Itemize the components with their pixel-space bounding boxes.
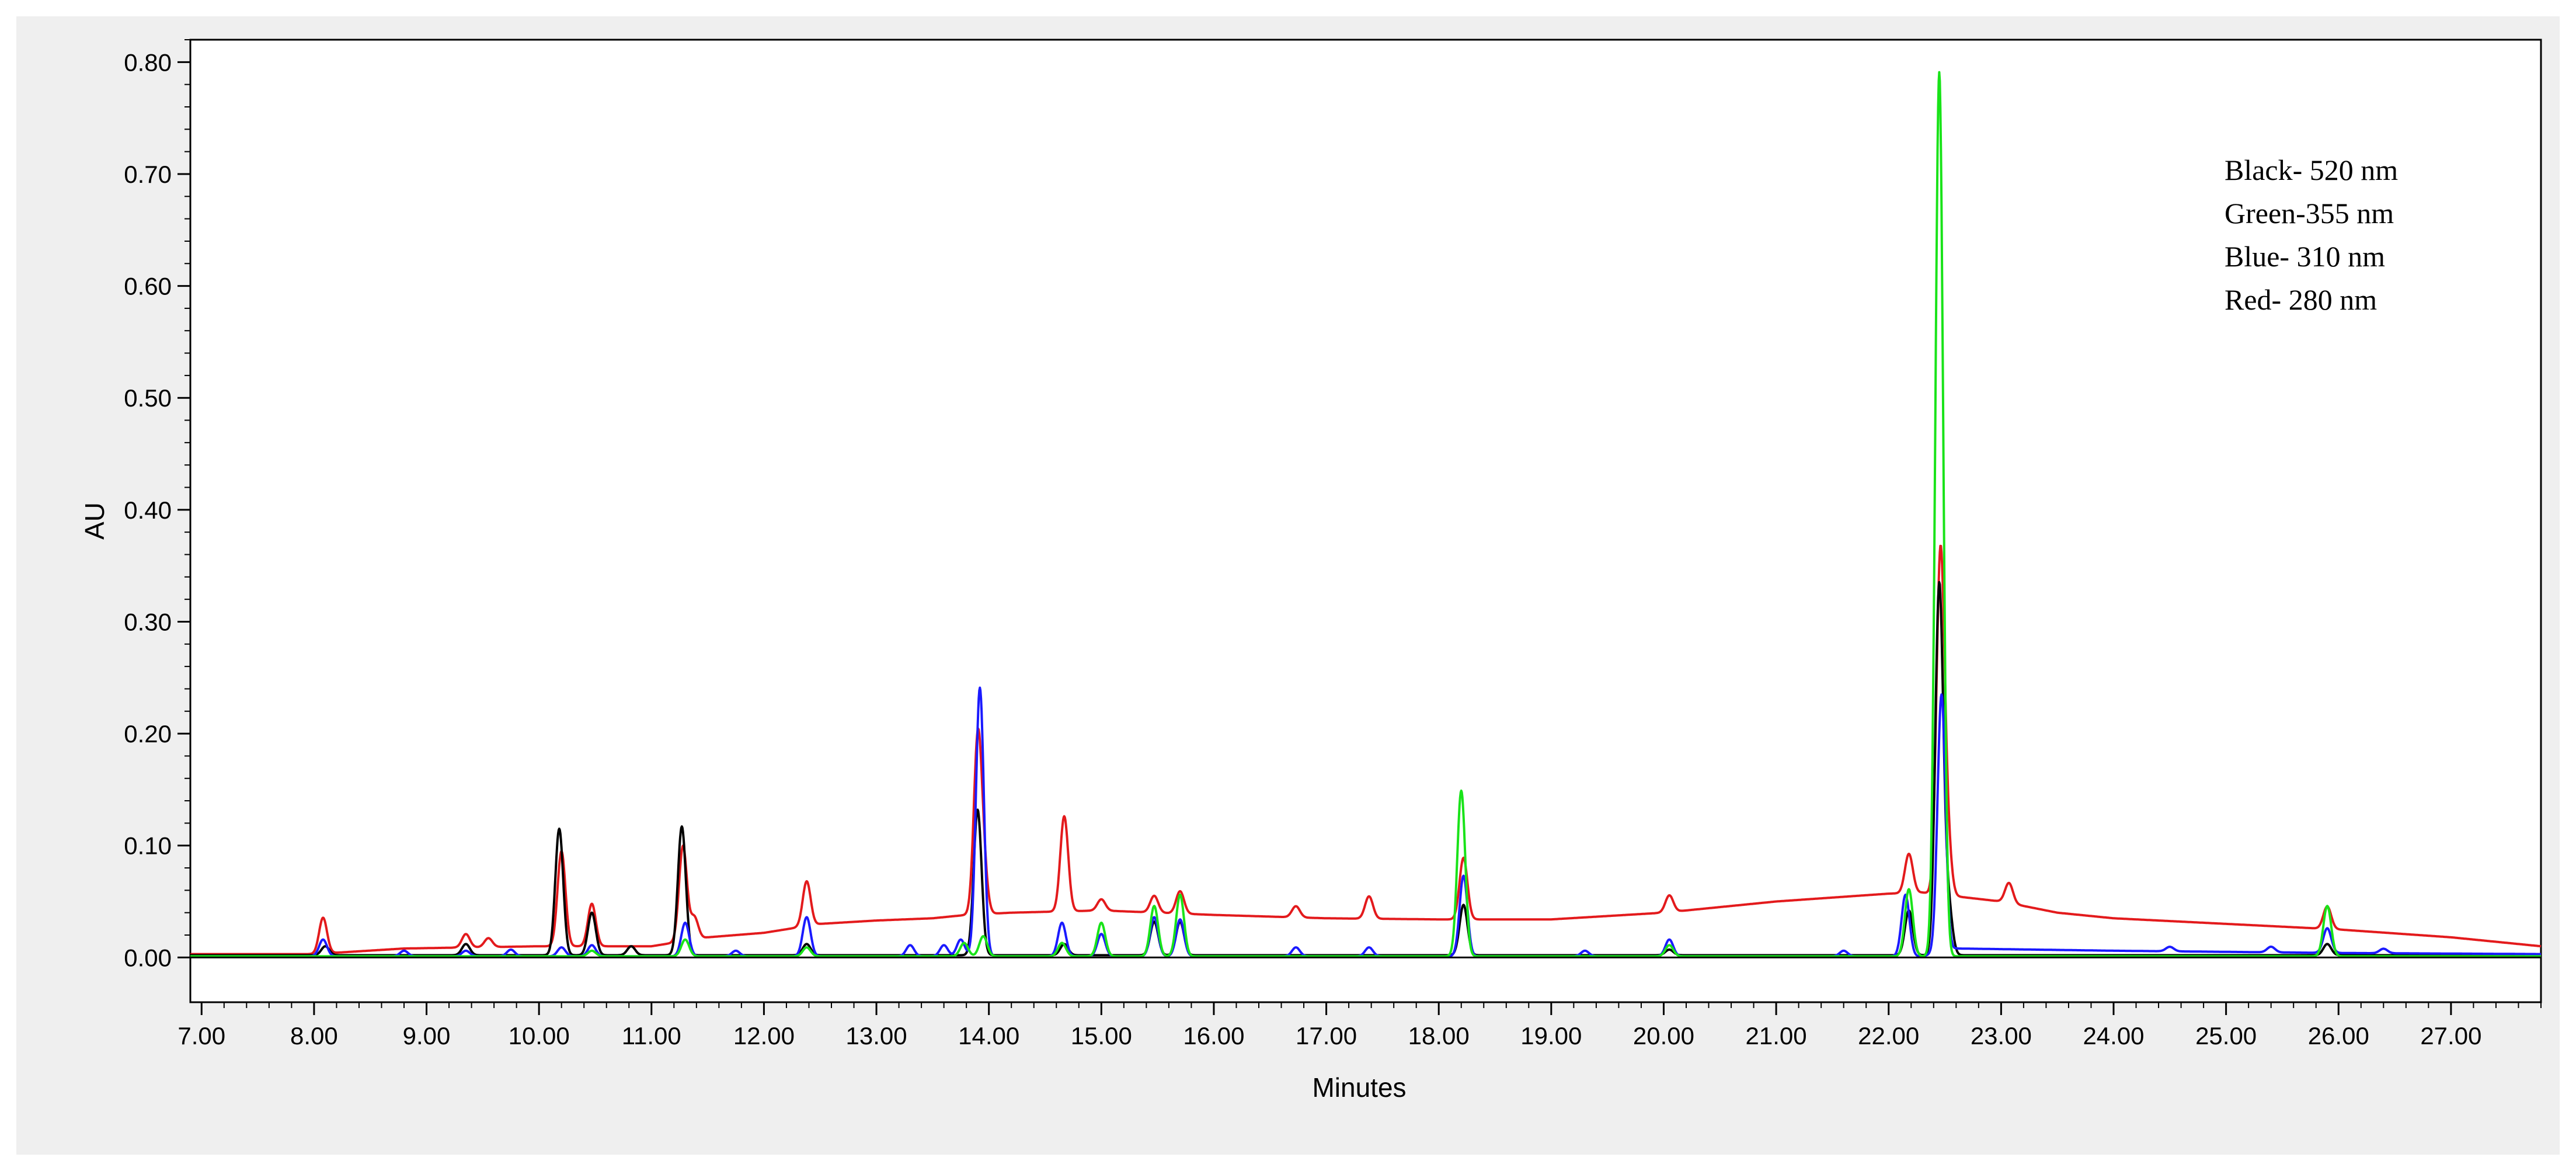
y-tick-label: 0.70 <box>124 161 172 188</box>
x-tick-label: 14.00 <box>958 1022 1019 1050</box>
y-axis-title: AU <box>79 502 110 540</box>
chromatogram-chart: 0.00 0.10 0.20 0.30 0.40 0.50 0.60 0.70 0.80 7.0… <box>79 39 2542 1103</box>
y-tick-label: 0.40 <box>124 496 172 524</box>
x-tick-label: 22.00 <box>1858 1022 1919 1050</box>
x-tick-label: 19.00 <box>1520 1022 1582 1050</box>
x-tick-label: 7.00 <box>177 1022 225 1050</box>
y-tick-label: 0.50 <box>124 384 172 412</box>
x-tick-label: 15.00 <box>1071 1022 1132 1050</box>
x-tick-label: 13.00 <box>845 1022 907 1050</box>
y-tick-label: 0.30 <box>124 608 172 635</box>
x-axis: 7.00 8.00 9.00 10.00 11.00 12.00 13.00 14.00 15.… <box>177 1002 2542 1050</box>
x-tick-label: 24.00 <box>2083 1022 2144 1050</box>
x-tick-label: 25.00 <box>2195 1022 2257 1050</box>
x-tick-label: 17.00 <box>1296 1022 1357 1050</box>
y-tick-label: 0.60 <box>124 273 172 300</box>
y-tick-label: 0.20 <box>124 720 172 748</box>
chart-frame: 0.00 0.10 0.20 0.30 0.40 0.50 0.60 0.70 0.80 7.0… <box>16 16 2560 1155</box>
x-tick-label: 23.00 <box>1971 1022 2032 1050</box>
legend-line: Red- 280 nm <box>2225 283 2377 316</box>
y-tick-label: 0.00 <box>124 944 172 971</box>
x-tick-label: 8.00 <box>290 1022 338 1050</box>
y-tick-label: 0.80 <box>124 48 172 76</box>
x-tick-label: 21.00 <box>1746 1022 1807 1050</box>
x-axis-title: Minutes <box>1312 1072 1406 1103</box>
plot-area <box>189 39 2542 1003</box>
x-tick-label: 16.00 <box>1183 1022 1244 1050</box>
y-tick-label: 0.10 <box>124 832 172 860</box>
x-tick-label: 11.00 <box>622 1022 681 1050</box>
legend-line: Black- 520 nm <box>2225 154 2398 186</box>
x-tick-label: 9.00 <box>403 1022 451 1050</box>
x-tick-label: 26.00 <box>2308 1022 2369 1050</box>
x-tick-label: 27.00 <box>2420 1022 2481 1050</box>
x-tick-label: 18.00 <box>1408 1022 1470 1050</box>
y-axis: 0.00 0.10 0.20 0.30 0.40 0.50 0.60 0.70 0.80 <box>124 39 190 971</box>
x-tick-label: 10.00 <box>509 1022 570 1050</box>
legend-line: Green-355 nm <box>2225 197 2394 230</box>
legend-line: Blue- 310 nm <box>2225 240 2385 273</box>
x-tick-label: 20.00 <box>1633 1022 1694 1050</box>
x-tick-label: 12.00 <box>733 1022 795 1050</box>
